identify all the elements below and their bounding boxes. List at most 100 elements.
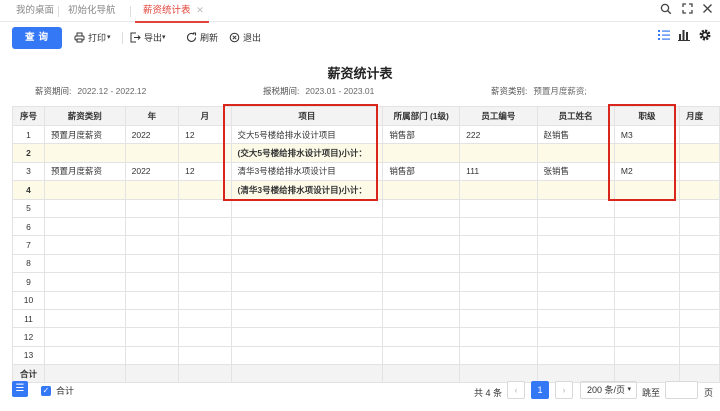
next-page-button[interactable]: › [555, 381, 573, 399]
total-checkbox[interactable]: ✓ [41, 386, 51, 396]
table-cell[interactable]: 2022 [124, 124, 180, 145]
fullscreen-icon[interactable] [680, 3, 694, 17]
table-cell[interactable] [536, 216, 615, 237]
gear-icon[interactable] [698, 28, 714, 44]
table-cell[interactable] [613, 308, 681, 329]
table-cell[interactable] [536, 345, 615, 366]
table-cell[interactable] [679, 345, 720, 366]
table-cell[interactable] [536, 290, 615, 310]
table-cell[interactable] [178, 345, 232, 366]
table-cell[interactable] [43, 290, 126, 310]
table-cell[interactable] [178, 253, 232, 274]
table-cell[interactable]: 3 [12, 161, 45, 182]
table-cell[interactable] [178, 272, 232, 292]
table-cell[interactable] [459, 364, 538, 384]
table-cell[interactable] [679, 308, 720, 329]
table-cell[interactable] [43, 198, 126, 218]
table-cell[interactable] [536, 327, 615, 347]
table-cell[interactable] [43, 272, 126, 292]
table-cell[interactable] [382, 327, 461, 347]
table-cell[interactable] [459, 272, 538, 292]
table-cell[interactable] [43, 327, 126, 347]
column-header[interactable]: 年 [124, 106, 180, 126]
table-cell[interactable] [124, 253, 180, 274]
table-cell[interactable] [43, 345, 126, 366]
table-row[interactable]: 3 预置月度薪资 2022 12 清华3号楼给排水项设计目 销售部 111 张销售 M2 [12, 161, 720, 182]
prev-page-button[interactable]: ‹ [507, 381, 525, 399]
table-cell[interactable]: (交大5号楼给排水设计项目)小计： [230, 143, 384, 163]
table-cell[interactable] [613, 327, 681, 347]
table-cell[interactable] [178, 180, 232, 200]
column-header[interactable]: 职级 [613, 106, 681, 126]
table-row[interactable]: 8 [12, 253, 720, 274]
table-cell[interactable]: 清华3号楼给排水项设计目 [230, 161, 384, 182]
column-header[interactable]: 项目 [230, 106, 384, 126]
table-cell[interactable] [613, 345, 681, 366]
table-cell[interactable] [230, 253, 384, 274]
table-cell[interactable] [124, 308, 180, 329]
table-cell[interactable] [43, 308, 126, 329]
table-cell[interactable] [459, 253, 538, 274]
table-cell[interactable] [230, 272, 384, 292]
table-cell[interactable] [382, 216, 461, 237]
tab-my-desktop[interactable]: 我的桌面 [16, 0, 54, 22]
table-cell[interactable]: 10 [12, 290, 45, 310]
table-cell[interactable] [43, 364, 126, 384]
table-cell[interactable] [230, 327, 384, 347]
table-cell[interactable] [613, 253, 681, 274]
table-row[interactable]: 5 [12, 198, 720, 218]
table-cell[interactable] [536, 253, 615, 274]
table-cell[interactable]: 2022 [124, 161, 180, 182]
table-cell[interactable]: 7 [12, 235, 45, 255]
table-cell[interactable] [679, 124, 720, 145]
table-cell[interactable] [178, 198, 232, 218]
table-cell[interactable] [230, 216, 384, 237]
table-cell[interactable] [613, 235, 681, 255]
table-cell[interactable] [178, 216, 232, 237]
table-cell[interactable] [230, 364, 384, 384]
table-cell[interactable] [178, 290, 232, 310]
table-cell[interactable]: 赵销售 [536, 124, 615, 145]
table-cell[interactable] [613, 180, 681, 200]
table-cell[interactable] [43, 216, 126, 237]
table-cell[interactable] [679, 272, 720, 292]
table-cell[interactable] [178, 235, 232, 255]
tab-init-nav[interactable]: 初始化导航 [68, 0, 116, 22]
table-cell[interactable] [459, 180, 538, 200]
table-cell[interactable] [613, 143, 681, 163]
current-page-button[interactable]: 1 [531, 381, 549, 399]
table-cell[interactable] [230, 345, 384, 366]
table-cell[interactable] [43, 235, 126, 255]
table-cell[interactable] [124, 216, 180, 237]
table-cell[interactable]: 5 [12, 198, 45, 218]
table-row[interactable]: 10 [12, 290, 720, 310]
table-cell[interactable] [679, 327, 720, 347]
table-cell[interactable] [613, 216, 681, 237]
table-cell[interactable] [382, 253, 461, 274]
table-cell[interactable] [536, 272, 615, 292]
subtotal-row[interactable]: 4 (清华3号楼给排水项设计目)小计： [12, 180, 720, 200]
refresh-button[interactable]: 刷新 [186, 31, 220, 45]
table-cell[interactable] [536, 308, 615, 329]
table-cell[interactable] [536, 198, 615, 218]
table-cell[interactable]: 张销售 [536, 161, 615, 182]
table-cell[interactable] [124, 272, 180, 292]
table-cell[interactable] [679, 161, 720, 182]
table-row[interactable]: 11 [12, 308, 720, 329]
table-cell[interactable] [613, 272, 681, 292]
table-cell[interactable] [679, 253, 720, 274]
table-cell[interactable] [124, 235, 180, 255]
table-cell[interactable] [43, 253, 126, 274]
table-cell[interactable] [459, 143, 538, 163]
table-cell[interactable] [679, 216, 720, 237]
table-cell[interactable]: 销售部 [382, 124, 461, 145]
table-cell[interactable] [178, 327, 232, 347]
table-cell[interactable] [124, 180, 180, 200]
column-header[interactable]: 序号 [12, 106, 45, 126]
table-cell[interactable] [124, 290, 180, 310]
table-cell[interactable] [459, 198, 538, 218]
table-row[interactable]: 13 [12, 345, 720, 366]
table-cell[interactable]: 11 [12, 308, 45, 329]
table-cell[interactable] [382, 290, 461, 310]
table-cell[interactable] [124, 345, 180, 366]
